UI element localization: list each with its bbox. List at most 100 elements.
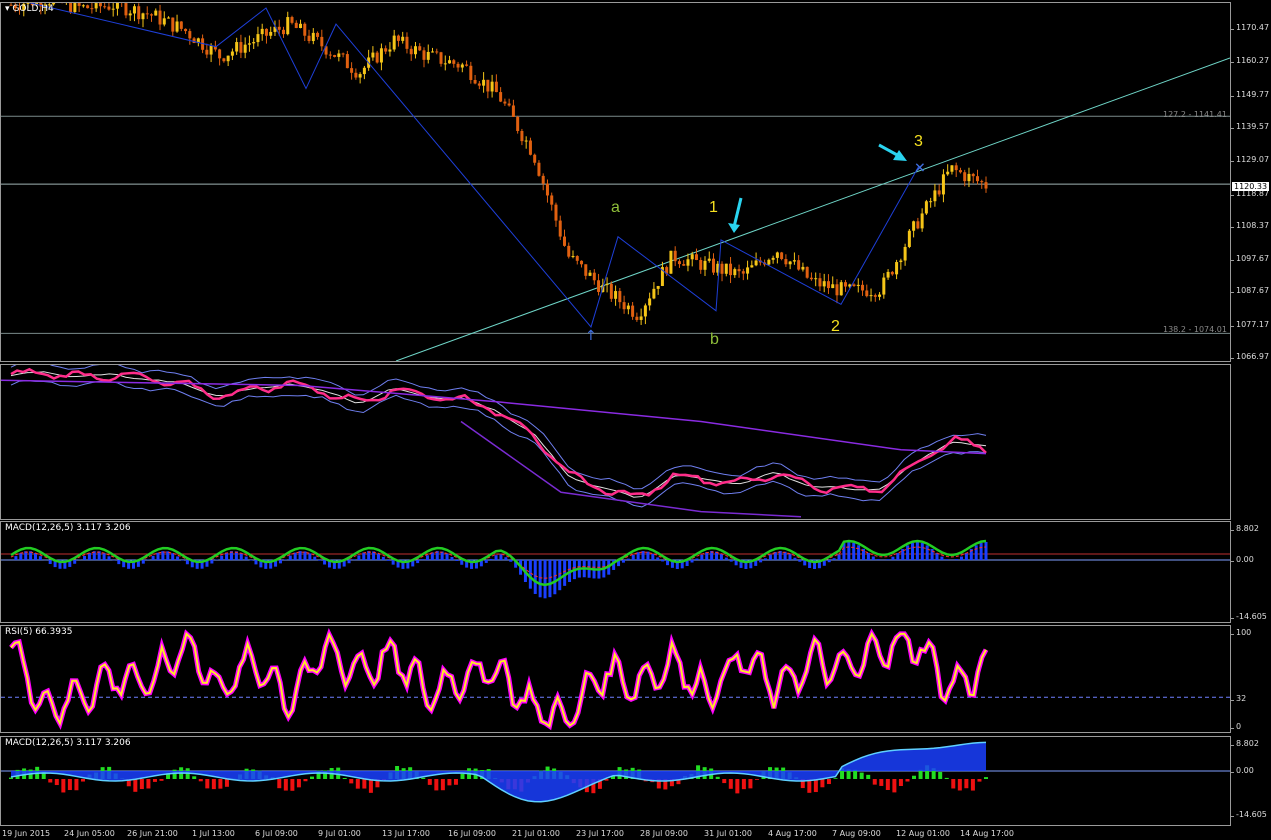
candle-body bbox=[345, 54, 349, 69]
candle-body bbox=[682, 264, 686, 266]
candle-body bbox=[699, 259, 703, 270]
candle-body bbox=[865, 290, 869, 297]
candle-body bbox=[694, 254, 698, 260]
candle-body bbox=[771, 257, 775, 260]
wave-label-2: 2 bbox=[831, 318, 840, 335]
ma-long-2 bbox=[460, 420, 802, 518]
candle-body bbox=[205, 49, 209, 55]
candle-body bbox=[809, 277, 813, 280]
candle-body bbox=[256, 34, 260, 43]
time-tick: 7 Aug 09:00 bbox=[832, 829, 881, 838]
candle-body bbox=[899, 260, 903, 263]
candle-body bbox=[720, 263, 724, 274]
candle-body bbox=[703, 260, 707, 270]
candle-body bbox=[937, 190, 941, 195]
cyan-arrow-icon bbox=[732, 197, 743, 228]
candle-body bbox=[303, 23, 307, 36]
candle-body bbox=[605, 283, 609, 285]
candle-body bbox=[162, 18, 166, 25]
price-line-pink bbox=[10, 367, 987, 497]
candle-body bbox=[316, 32, 320, 37]
candle-body bbox=[933, 190, 937, 202]
candle-body bbox=[264, 28, 268, 36]
rsi-pane[interactable]: RSI(5) 66.3935 bbox=[0, 625, 1231, 733]
price-tick: 1077.17 bbox=[1229, 320, 1270, 329]
candle-body bbox=[946, 171, 950, 175]
price-pane[interactable]: ↑ ✕ ▾ GOLD,H4 bbox=[0, 2, 1231, 362]
candle-body bbox=[150, 14, 154, 16]
candle-body bbox=[511, 105, 515, 117]
candle-body bbox=[337, 53, 341, 57]
candle-body bbox=[277, 26, 281, 30]
up-arrow-icon: ↑ bbox=[585, 328, 597, 344]
macd1-tick: 0.00 bbox=[1230, 555, 1254, 564]
candle-body bbox=[115, 3, 119, 9]
time-tick: 4 Aug 17:00 bbox=[768, 829, 817, 838]
candle-body bbox=[179, 21, 183, 29]
rsi-glow-line bbox=[9, 627, 989, 731]
candle-body bbox=[924, 201, 928, 214]
candle-body bbox=[597, 280, 601, 292]
candle-body bbox=[384, 48, 388, 52]
candle-body bbox=[882, 277, 886, 295]
candle-body bbox=[81, 5, 85, 7]
candle-body bbox=[281, 29, 285, 35]
rsi-line bbox=[10, 631, 987, 728]
candle-body bbox=[235, 42, 239, 52]
time-tick: 14 Aug 17:00 bbox=[960, 829, 1014, 838]
macd2-label: MACD(12,26,5) 3.117 3.206 bbox=[5, 738, 131, 748]
candle-body bbox=[490, 81, 494, 92]
cyan-arrow-icon bbox=[878, 143, 900, 158]
macd1-line bbox=[10, 539, 987, 587]
rsi-chart bbox=[1, 627, 1230, 731]
candle-body bbox=[132, 6, 136, 14]
macd-pane-2[interactable]: MACD(12,26,5) 3.117 3.206 bbox=[0, 736, 1231, 826]
candle-body bbox=[567, 245, 571, 257]
candle-body bbox=[580, 260, 584, 265]
candle-body bbox=[396, 35, 400, 41]
candle-body bbox=[797, 260, 801, 270]
candle-body bbox=[571, 256, 575, 258]
candle-body bbox=[486, 79, 490, 92]
candle-body bbox=[575, 256, 579, 261]
rsi-tick: 32 bbox=[1229, 694, 1247, 703]
candle-body bbox=[626, 305, 630, 310]
candle-body bbox=[963, 172, 967, 182]
macd1-label: MACD(12,26,5) 3.117 3.206 bbox=[5, 523, 131, 533]
candle-body bbox=[843, 282, 847, 287]
candle-body bbox=[980, 181, 984, 183]
cyan-arrow-head bbox=[728, 223, 740, 233]
macd-pane-1[interactable]: MACD(12,26,5) 3.117 3.206 bbox=[0, 521, 1231, 623]
candle-body bbox=[94, 3, 98, 9]
candle-body bbox=[754, 260, 758, 266]
candle-body bbox=[609, 283, 613, 299]
candle-body bbox=[175, 21, 179, 32]
candle-body bbox=[379, 48, 383, 63]
cross-marker-icon: ✕ bbox=[914, 160, 926, 176]
candle-body bbox=[873, 295, 877, 297]
candle-body bbox=[958, 170, 962, 173]
bands-pane[interactable] bbox=[0, 364, 1231, 520]
candle-body bbox=[920, 213, 924, 229]
fib-138-label: 138.2 - 1074.01 bbox=[1163, 325, 1227, 334]
candle-body bbox=[839, 282, 843, 296]
candle-body bbox=[362, 67, 366, 75]
candle-body bbox=[260, 28, 264, 35]
candle-body bbox=[822, 281, 826, 287]
candle-body bbox=[588, 272, 592, 276]
time-tick: 13 Jul 17:00 bbox=[382, 829, 430, 838]
candle-body bbox=[499, 92, 503, 102]
candle-body bbox=[154, 10, 158, 16]
candle-body bbox=[371, 52, 375, 58]
candle-body bbox=[537, 162, 541, 176]
candle-body bbox=[677, 261, 681, 265]
time-tick: 9 Jul 01:00 bbox=[318, 829, 361, 838]
candle-body bbox=[477, 83, 481, 86]
candle-body bbox=[861, 284, 865, 291]
candle-body bbox=[916, 221, 920, 229]
candle-body bbox=[554, 204, 558, 221]
candle-body bbox=[826, 281, 830, 289]
candle-body bbox=[184, 28, 188, 32]
candle-body bbox=[167, 17, 171, 19]
price-chart: ↑✕ bbox=[1, 3, 1230, 361]
